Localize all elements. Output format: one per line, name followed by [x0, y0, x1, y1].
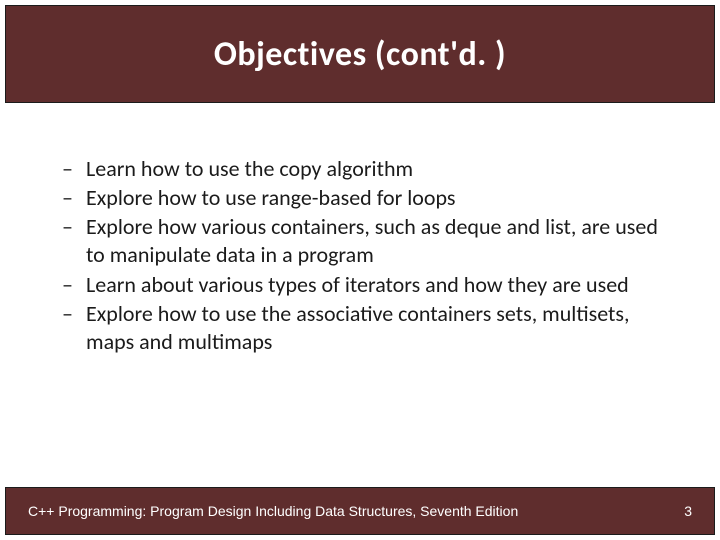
bullet-dash-icon: –	[60, 271, 86, 299]
list-item: – Learn about various types of iterators…	[60, 271, 670, 299]
list-item: – Explore how various containers, such a…	[60, 213, 670, 269]
bullet-dash-icon: –	[60, 184, 86, 212]
slide: Objectives (cont'd. ) – Learn how to use…	[0, 0, 720, 540]
bullet-dash-icon: –	[60, 300, 86, 328]
slide-title: Objectives (cont'd. )	[214, 34, 506, 75]
bullet-text: Learn about various types of iterators a…	[86, 271, 670, 299]
title-band: Objectives (cont'd. )	[5, 5, 715, 103]
bullet-text: Explore how to use the associative conta…	[86, 300, 670, 356]
bullet-text: Explore how various containers, such as …	[86, 213, 670, 269]
list-item: – Learn how to use the copy algorithm	[60, 155, 670, 183]
footer-page-number: 3	[684, 503, 692, 519]
content-area: – Learn how to use the copy algorithm – …	[60, 155, 670, 357]
footer-band: C++ Programming: Program Design Includin…	[5, 487, 715, 535]
list-item: – Explore how to use the associative con…	[60, 300, 670, 356]
bullet-text: Learn how to use the copy algorithm	[86, 155, 670, 183]
footer-book-title: C++ Programming: Program Design Includin…	[28, 503, 518, 519]
list-item: – Explore how to use range-based for loo…	[60, 184, 670, 212]
bullet-list: – Learn how to use the copy algorithm – …	[60, 155, 670, 356]
bullet-dash-icon: –	[60, 155, 86, 183]
bullet-text: Explore how to use range-based for loops	[86, 184, 670, 212]
bullet-dash-icon: –	[60, 213, 86, 241]
